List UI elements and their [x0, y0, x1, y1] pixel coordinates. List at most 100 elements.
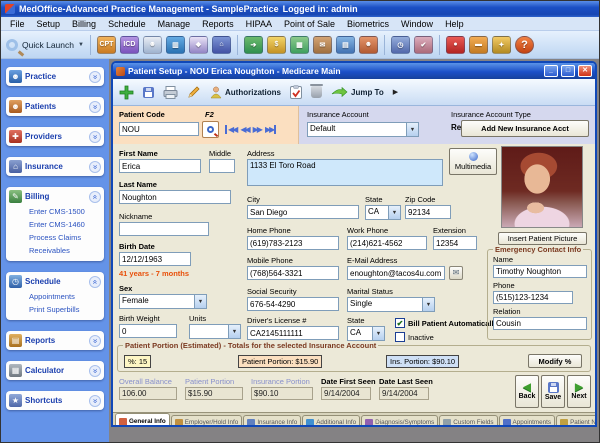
sidebar-link-receivables[interactable]: Receivables [29, 246, 101, 255]
user-setup-icon[interactable]: ☻ [359, 36, 378, 54]
authorizations-button[interactable]: Authorizations [210, 86, 281, 99]
next-button[interactable]: ▶ Next [567, 375, 591, 408]
birth-date-input[interactable] [119, 252, 191, 266]
collections-icon[interactable]: ✉ [313, 36, 332, 54]
edit-button[interactable] [187, 85, 201, 99]
quick-launch-label[interactable]: Quick Launch [22, 40, 74, 50]
chevron-icon[interactable]: » [89, 276, 101, 288]
extension-input[interactable] [433, 236, 477, 250]
save-patient-button[interactable] [143, 87, 154, 98]
delete-button[interactable] [311, 86, 322, 98]
charts-icon[interactable]: ● [446, 36, 465, 54]
state-select[interactable]: CA▼ [365, 205, 401, 220]
audit-icon[interactable]: ✔ [414, 36, 433, 54]
scheduler-icon[interactable]: ◷ [391, 36, 410, 54]
menu-help[interactable]: Help [439, 19, 470, 29]
patient-setup-icon[interactable]: ☻ [143, 36, 162, 54]
insurance-account-select[interactable]: Default ▼ [307, 122, 419, 137]
sidebar-item-calculator[interactable]: ▦Calculator» [9, 363, 101, 378]
menu-manage[interactable]: Manage [152, 19, 197, 29]
chevron-icon[interactable]: » [89, 101, 101, 113]
tab-general-info[interactable]: General Info [115, 413, 170, 427]
work-phone-input[interactable] [347, 236, 427, 250]
tab-insurance-info[interactable]: Insurance Info [243, 415, 301, 427]
monitor-icon[interactable]: ▬ [469, 36, 488, 54]
menu-point-of-sale[interactable]: Point of Sale [278, 19, 341, 29]
security-lock-icon[interactable]: ✦ [492, 36, 511, 54]
middle-input[interactable] [209, 159, 235, 173]
patient-code-input[interactable] [119, 122, 199, 136]
city-input[interactable] [247, 205, 359, 219]
chevron-icon[interactable]: » [89, 365, 101, 377]
certificate-icon[interactable]: ❖ [189, 36, 208, 54]
add-new-insurance-button[interactable]: Add New Insurance Acct [461, 120, 589, 137]
practice-setup-icon[interactable]: ▥ [166, 36, 185, 54]
dl-state-select[interactable]: CA▼ [347, 326, 385, 341]
chevron-icon[interactable]: » [89, 191, 101, 203]
tab-diagnosis-symptoms[interactable]: Diagnosis/Symptoms [361, 415, 438, 427]
last-name-input[interactable] [119, 190, 231, 204]
multimedia-button[interactable]: Multimedia [449, 148, 497, 175]
sidebar-link-print-superbills[interactable]: Print Superbills [29, 305, 101, 314]
close-button[interactable]: ✕ [578, 65, 592, 77]
next-record-button[interactable]: ▶▶ [253, 125, 261, 134]
sidebar-item-schedule[interactable]: ◷Schedule» [9, 274, 101, 289]
drivers-license-input[interactable] [247, 326, 339, 340]
save-button[interactable]: Save [541, 375, 565, 408]
sidebar-link-process-claims[interactable]: Process Claims [29, 233, 101, 242]
menu-file[interactable]: File [4, 19, 31, 29]
sidebar-item-patients[interactable]: ☻Patients» [9, 99, 101, 114]
sidebar-item-providers[interactable]: ✚Providers» [9, 129, 101, 144]
bill-auto-checkbox[interactable]: ✔ [395, 318, 405, 328]
first-record-button[interactable]: ◀◀ [225, 125, 236, 134]
chevron-icon[interactable]: » [89, 395, 101, 407]
back-button[interactable]: ◀ Back [515, 375, 539, 408]
sidebar-link-enter-cms-1460[interactable]: Enter CMS-1460 [29, 220, 101, 229]
menu-billing[interactable]: Billing [66, 19, 102, 29]
print-button[interactable] [163, 86, 178, 99]
tab-appointments[interactable]: Appointments [499, 415, 556, 427]
emergency-relation-input[interactable] [493, 317, 587, 330]
facility-setup-icon[interactable]: ⌂ [212, 36, 231, 54]
marital-status-select[interactable]: Single▼ [347, 297, 435, 312]
nickname-input[interactable] [119, 222, 209, 236]
jump-to-button[interactable]: Jump To ▶ [331, 87, 398, 98]
units-select[interactable]: ▼ [189, 324, 241, 339]
chevron-icon[interactable]: » [89, 71, 101, 83]
menu-biometrics[interactable]: Biometrics [341, 19, 395, 29]
birth-weight-input[interactable] [119, 324, 177, 338]
chevron-icon[interactable]: » [89, 335, 101, 347]
sidebar-link-enter-cms-1500[interactable]: Enter CMS-1500 [29, 207, 101, 216]
patient-search-button[interactable] [202, 121, 219, 138]
inactive-checkbox[interactable]: ✔ [395, 332, 405, 342]
tab-patient-notes[interactable]: Patient Notes [556, 415, 595, 427]
sidebar-item-reports[interactable]: ▤Reports» [9, 333, 101, 348]
add-patient-button[interactable] [119, 85, 134, 100]
cpt-codes-icon[interactable]: CPT [97, 36, 116, 54]
maximize-button[interactable]: □ [561, 65, 575, 77]
payments-icon[interactable]: $ [267, 36, 286, 54]
help-icon[interactable]: ? [515, 36, 534, 54]
social-security-input[interactable] [247, 297, 339, 311]
emergency-name-input[interactable] [493, 265, 587, 278]
transmit-claims-icon[interactable]: ➔ [244, 36, 263, 54]
verify-button[interactable] [290, 85, 302, 99]
address-input[interactable]: 1133 El Toro Road [247, 159, 443, 186]
tab-custom-fields[interactable]: Custom Fields [439, 415, 497, 427]
sidebar-item-practice[interactable]: ☻Practice» [9, 69, 101, 84]
mobile-phone-input[interactable] [247, 266, 339, 280]
chevron-icon[interactable]: » [89, 161, 101, 173]
chevron-icon[interactable]: » [89, 131, 101, 143]
zip-code-input[interactable] [405, 205, 451, 219]
home-phone-input[interactable] [247, 236, 339, 250]
menu-reports[interactable]: Reports [196, 19, 240, 29]
previous-record-button[interactable]: ◀◀ [240, 125, 248, 134]
email-compose-button[interactable]: ✉ [449, 266, 463, 280]
ledger-icon[interactable]: ▦ [290, 36, 309, 54]
statements-icon[interactable]: ▤ [336, 36, 355, 54]
tab-employer-hold-info[interactable]: Employer/Hold Info [171, 415, 243, 427]
emergency-phone-input[interactable] [493, 291, 573, 304]
search-icon[interactable] [6, 39, 18, 51]
sidebar-item-shortcuts[interactable]: ★Shortcuts» [9, 393, 101, 408]
patient-window-titlebar[interactable]: Patient Setup - NOU Erica Noughton - Med… [113, 63, 595, 79]
